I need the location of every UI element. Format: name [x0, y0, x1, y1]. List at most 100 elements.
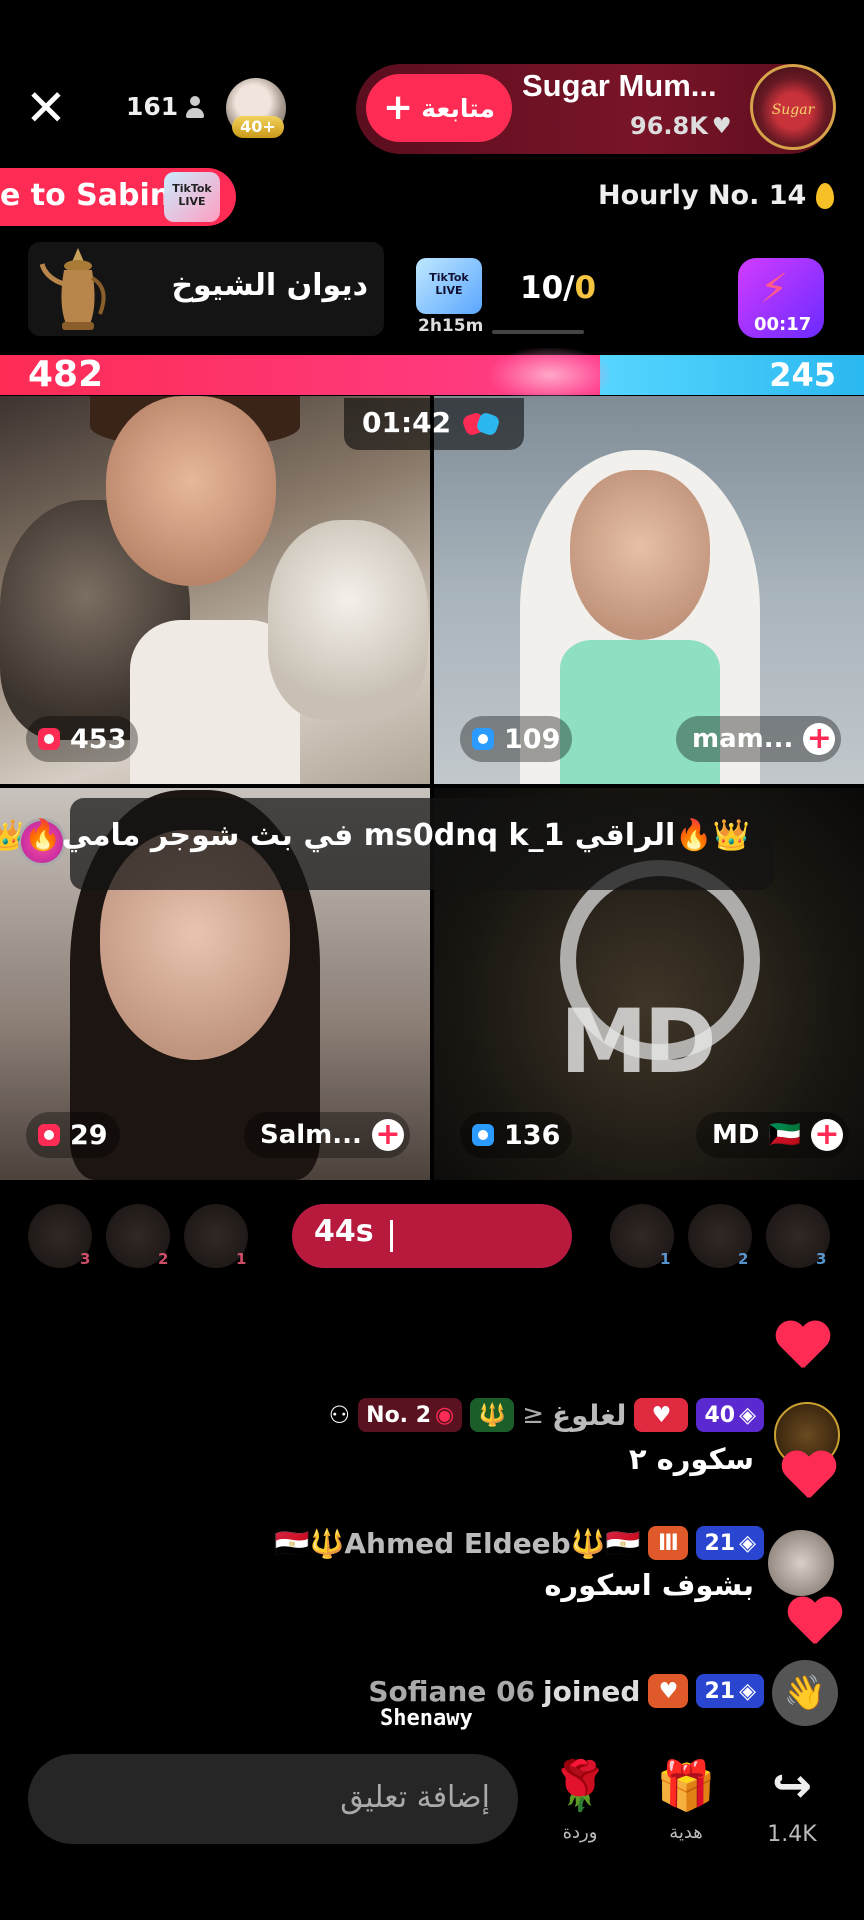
- level-badge-label: 21: [704, 1678, 736, 1704]
- hourly-rank[interactable]: Hourly No. 14: [598, 180, 835, 211]
- supporter-rank: 1: [660, 1250, 671, 1268]
- host-avatar-logo-text: Sugar: [771, 102, 815, 118]
- watermark-text: Shenawy: [380, 1706, 473, 1731]
- comment-placeholder: إضافة تعليق: [340, 1780, 490, 1815]
- gift-icon[interactable]: 🎁: [656, 1756, 716, 1816]
- score-icon: [472, 1124, 494, 1146]
- tiktok-live-icon[interactable]: TikTok LIVE: [416, 258, 482, 314]
- group-icon: ⚇: [328, 1401, 351, 1429]
- coffee-pot-icon: [40, 248, 106, 330]
- supporter-rank: 2: [158, 1250, 169, 1268]
- rank-badge-label: No. 2: [366, 1402, 432, 1428]
- share-icon[interactable]: ↪: [762, 1756, 822, 1816]
- score-icon: [472, 728, 494, 750]
- tile-4-name-label: MD 🇰🇼: [712, 1120, 801, 1150]
- md-logo-text: MD: [560, 990, 717, 1093]
- rose-icon[interactable]: 🌹: [550, 1756, 610, 1816]
- heart-icon: ♥: [711, 113, 732, 139]
- close-icon[interactable]: ✕: [22, 80, 70, 136]
- tile-2-score-value: 109: [504, 723, 561, 755]
- tile-2-name-label: mam...: [692, 724, 794, 754]
- participant-face: [570, 470, 710, 640]
- gem-icon: ◈: [739, 1402, 756, 1428]
- level-icon: ≥: [522, 1400, 545, 1430]
- plus-icon[interactable]: +: [810, 1119, 843, 1151]
- heart-icon: [786, 1598, 842, 1648]
- host-name: Sugar Mum...: [522, 68, 717, 103]
- vip-icon: ♥: [634, 1398, 689, 1432]
- level-badge-label: 21: [704, 1530, 736, 1556]
- chat-avatar[interactable]: [768, 1530, 834, 1596]
- tile-4-name[interactable]: MD 🇰🇼 +: [696, 1112, 849, 1158]
- participant-face: [106, 396, 276, 586]
- announcement-text: 👑🔥الراقي ms0dnq k_1 في بث شوجر مامي🔥👑: [0, 818, 750, 853]
- viewer-count-label: 161: [126, 92, 179, 121]
- fan-club-icon: 🔱: [470, 1398, 515, 1432]
- level-badge: 21 ◈: [696, 1674, 764, 1708]
- goal-progress-current: 0: [574, 270, 597, 306]
- hourly-rank-label: Hourly No. 14: [598, 180, 807, 211]
- rose-label: وردة: [562, 1822, 598, 1843]
- score-icon: [38, 1124, 60, 1146]
- lightning-icon: ⚡: [760, 266, 789, 312]
- flame-icon: [816, 182, 835, 209]
- tile-2-score: 109: [460, 716, 573, 762]
- tile-4-score-value: 136: [504, 1119, 561, 1151]
- battle-timer: 01:42: [362, 406, 452, 439]
- battle-bar-spark: [490, 348, 610, 402]
- boxing-gloves-icon: [463, 413, 499, 435]
- plus-icon: +: [383, 87, 414, 128]
- tile-1-score-value: 453: [70, 723, 127, 755]
- host-likes-count: 96.8K: [630, 112, 708, 140]
- tile-4-score: 136: [460, 1112, 573, 1158]
- tile-3-name[interactable]: Salm... +: [244, 1112, 410, 1158]
- gem-icon: ◈: [739, 1678, 756, 1704]
- live-duration: 2h15m: [418, 316, 484, 336]
- heart-icon: [780, 1452, 836, 1502]
- plus-icon[interactable]: +: [371, 1119, 404, 1151]
- chat-join-action: joined: [543, 1674, 641, 1708]
- chat-username[interactable]: لغلوغ: [552, 1399, 626, 1432]
- plus-icon[interactable]: +: [803, 723, 836, 755]
- chat-username[interactable]: Sofiane 06: [368, 1675, 535, 1708]
- supporter-rank: 3: [80, 1250, 91, 1268]
- boost-timer: 00:17: [754, 314, 812, 335]
- level-badge-label: 40: [704, 1402, 736, 1428]
- countdown-divider: [390, 1220, 393, 1252]
- rank-badge: No. 2 ◉: [358, 1398, 463, 1432]
- goal-progress-track: [492, 330, 584, 334]
- person-icon: [186, 95, 205, 118]
- goal-progress: 10/0: [520, 270, 596, 306]
- cat-image: [268, 520, 428, 720]
- supporter-rank: 3: [816, 1250, 827, 1268]
- fan-badge-icon: ♥: [648, 1674, 689, 1708]
- tile-1-score: 453: [26, 716, 139, 762]
- chat-message-text: سكوره ٢: [628, 1442, 754, 1476]
- gift-label: هدية: [669, 1822, 703, 1843]
- battle-countdown-value: 44s: [314, 1214, 374, 1249]
- chat-message-header: 🇪🇬🔱Ahmed Eldeeb🔱🇪🇬 Ⅲ 21 ◈: [275, 1526, 764, 1560]
- supporter-rank: 1: [236, 1250, 247, 1268]
- host-likes: 96.8K ♥: [630, 112, 732, 140]
- top-gifter-badge: 40+: [232, 116, 284, 138]
- chat-message-text: بشوف اسكوره: [544, 1568, 754, 1602]
- chat-message-header: ⚇ No. 2 ◉ 🔱 ≥ لغلوغ ♥ 40 ◈: [329, 1398, 764, 1432]
- wave-icon[interactable]: 👋: [772, 1660, 838, 1726]
- supporter-rank: 2: [738, 1250, 749, 1268]
- tile-2-name[interactable]: mam... +: [676, 716, 842, 762]
- tile-3-name-label: Salm...: [260, 1120, 362, 1150]
- battle-score-left: 482: [28, 354, 104, 395]
- level-badge: 40 ◈: [696, 1398, 764, 1432]
- fire-icon: ◉: [435, 1402, 455, 1428]
- viewer-count[interactable]: 161: [126, 92, 205, 121]
- follow-button-label: متابعة: [421, 93, 495, 123]
- share-count: 1.4K: [767, 1822, 817, 1847]
- tile-3-score: 29: [26, 1112, 120, 1158]
- chat-join-row: Sofiane 06 joined ♥ 21 ◈: [368, 1674, 764, 1708]
- gift-banner-text: e to Sabina: [0, 178, 192, 213]
- chat-username[interactable]: 🇪🇬🔱Ahmed Eldeeb🔱🇪🇬: [275, 1527, 641, 1560]
- follow-button[interactable]: + متابعة: [366, 74, 512, 142]
- heart-icon: [774, 1322, 830, 1372]
- battle-score-right: 245: [769, 356, 836, 394]
- score-icon: [38, 728, 60, 750]
